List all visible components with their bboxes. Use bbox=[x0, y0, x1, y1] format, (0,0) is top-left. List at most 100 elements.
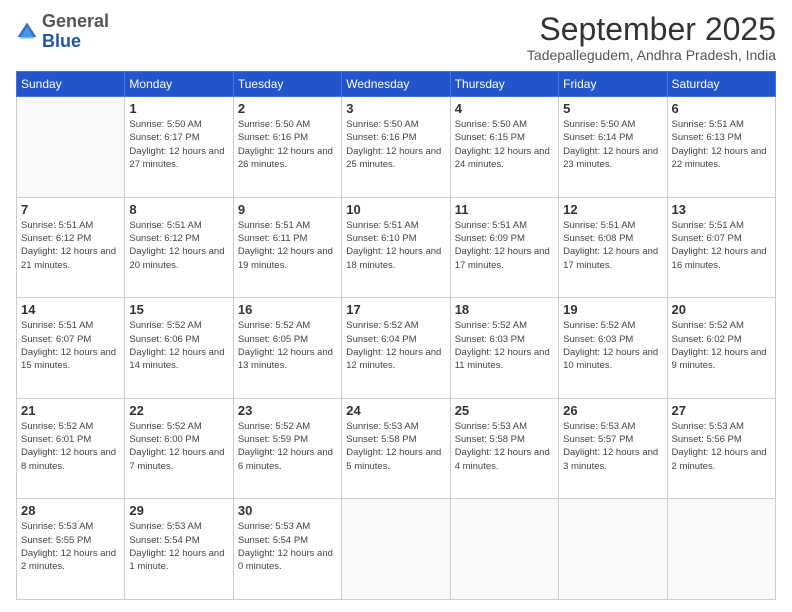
day-info: Sunrise: 5:50 AM Sunset: 6:14 PM Dayligh… bbox=[563, 118, 662, 171]
table-cell: 13 Sunrise: 5:51 AM Sunset: 6:07 PM Dayli… bbox=[667, 197, 775, 298]
day-number: 10 bbox=[346, 202, 445, 217]
table-cell: 10 Sunrise: 5:51 AM Sunset: 6:10 PM Dayli… bbox=[342, 197, 450, 298]
day-number: 15 bbox=[129, 302, 228, 317]
day-number: 13 bbox=[672, 202, 771, 217]
day-info: Sunrise: 5:51 AM Sunset: 6:12 PM Dayligh… bbox=[129, 219, 228, 272]
day-number: 5 bbox=[563, 101, 662, 116]
header-wednesday: Wednesday bbox=[342, 72, 450, 97]
day-info: Sunrise: 5:52 AM Sunset: 6:03 PM Dayligh… bbox=[563, 319, 662, 372]
table-cell: 26 Sunrise: 5:53 AM Sunset: 5:57 PM Dayli… bbox=[559, 398, 667, 499]
day-number: 16 bbox=[238, 302, 337, 317]
day-info: Sunrise: 5:52 AM Sunset: 6:01 PM Dayligh… bbox=[21, 420, 120, 473]
day-info: Sunrise: 5:51 AM Sunset: 6:09 PM Dayligh… bbox=[455, 219, 554, 272]
day-number: 6 bbox=[672, 101, 771, 116]
day-number: 18 bbox=[455, 302, 554, 317]
table-cell: 11 Sunrise: 5:51 AM Sunset: 6:09 PM Dayli… bbox=[450, 197, 558, 298]
day-info: Sunrise: 5:52 AM Sunset: 6:00 PM Dayligh… bbox=[129, 420, 228, 473]
day-number: 11 bbox=[455, 202, 554, 217]
table-cell: 16 Sunrise: 5:52 AM Sunset: 6:05 PM Dayli… bbox=[233, 298, 341, 399]
day-number: 8 bbox=[129, 202, 228, 217]
month-title: September 2025 bbox=[527, 12, 776, 47]
header-tuesday: Tuesday bbox=[233, 72, 341, 97]
day-number: 17 bbox=[346, 302, 445, 317]
table-cell: 25Sunrise: 5:53 AM Sunset: 5:58 PM Dayli… bbox=[450, 398, 558, 499]
table-cell: 7 Sunrise: 5:51 AM Sunset: 6:12 PM Daylig… bbox=[17, 197, 125, 298]
table-cell: 1 Sunrise: 5:50 AM Sunset: 6:17 PM Daylig… bbox=[125, 97, 233, 198]
day-info: Sunrise: 5:50 AM Sunset: 6:15 PM Dayligh… bbox=[455, 118, 554, 171]
header-friday: Friday bbox=[559, 72, 667, 97]
day-info: Sunrise: 5:51 AM Sunset: 6:07 PM Dayligh… bbox=[21, 319, 120, 372]
table-cell: 2Sunrise: 5:50 AM Sunset: 6:16 PM Daylig… bbox=[233, 97, 341, 198]
table-cell bbox=[667, 499, 775, 600]
day-number: 25 bbox=[455, 403, 554, 418]
day-number: 14 bbox=[21, 302, 120, 317]
day-info: Sunrise: 5:53 AM Sunset: 5:54 PM Dayligh… bbox=[238, 520, 337, 573]
table-cell: 9 Sunrise: 5:51 AM Sunset: 6:11 PM Daylig… bbox=[233, 197, 341, 298]
table-cell bbox=[342, 499, 450, 600]
day-number: 19 bbox=[563, 302, 662, 317]
table-cell: 22 Sunrise: 5:52 AM Sunset: 6:00 PM Dayli… bbox=[125, 398, 233, 499]
header: General Blue September 2025 Tadepallegud… bbox=[16, 12, 776, 63]
day-number: 30 bbox=[238, 503, 337, 518]
day-info: Sunrise: 5:51 AM Sunset: 6:10 PM Dayligh… bbox=[346, 219, 445, 272]
day-number: 1 bbox=[129, 101, 228, 116]
week-row-5: 28 Sunrise: 5:53 AM Sunset: 5:55 PM Dayli… bbox=[17, 499, 776, 600]
header-saturday: Saturday bbox=[667, 72, 775, 97]
day-number: 28 bbox=[21, 503, 120, 518]
day-number: 4 bbox=[455, 101, 554, 116]
day-number: 7 bbox=[21, 202, 120, 217]
table-cell: 30 Sunrise: 5:53 AM Sunset: 5:54 PM Dayli… bbox=[233, 499, 341, 600]
day-info: Sunrise: 5:51 AM Sunset: 6:12 PM Dayligh… bbox=[21, 219, 120, 272]
day-info: Sunrise: 5:51 AM Sunset: 6:11 PM Dayligh… bbox=[238, 219, 337, 272]
logo-general-text: General bbox=[42, 11, 109, 31]
logo-blue-text: Blue bbox=[42, 31, 81, 51]
day-number: 22 bbox=[129, 403, 228, 418]
day-number: 3 bbox=[346, 101, 445, 116]
day-info: Sunrise: 5:52 AM Sunset: 6:02 PM Dayligh… bbox=[672, 319, 771, 372]
table-cell bbox=[559, 499, 667, 600]
table-cell: 27 Sunrise: 5:53 AM Sunset: 5:56 PM Dayli… bbox=[667, 398, 775, 499]
week-row-4: 21 Sunrise: 5:52 AM Sunset: 6:01 PM Dayli… bbox=[17, 398, 776, 499]
day-info: Sunrise: 5:53 AM Sunset: 5:55 PM Dayligh… bbox=[21, 520, 120, 573]
day-number: 21 bbox=[21, 403, 120, 418]
table-cell: 24Sunrise: 5:53 AM Sunset: 5:58 PM Dayli… bbox=[342, 398, 450, 499]
table-cell: 29 Sunrise: 5:53 AM Sunset: 5:54 PM Dayli… bbox=[125, 499, 233, 600]
table-cell: 18Sunrise: 5:52 AM Sunset: 6:03 PM Dayli… bbox=[450, 298, 558, 399]
table-cell: 28 Sunrise: 5:53 AM Sunset: 5:55 PM Dayli… bbox=[17, 499, 125, 600]
header-thursday: Thursday bbox=[450, 72, 558, 97]
week-row-1: 1 Sunrise: 5:50 AM Sunset: 6:17 PM Daylig… bbox=[17, 97, 776, 198]
table-cell: 5 Sunrise: 5:50 AM Sunset: 6:14 PM Daylig… bbox=[559, 97, 667, 198]
day-info: Sunrise: 5:51 AM Sunset: 6:13 PM Dayligh… bbox=[672, 118, 771, 171]
table-cell: 20 Sunrise: 5:52 AM Sunset: 6:02 PM Dayli… bbox=[667, 298, 775, 399]
weekday-header-row: Sunday Monday Tuesday Wednesday Thursday… bbox=[17, 72, 776, 97]
day-info: Sunrise: 5:51 AM Sunset: 6:08 PM Dayligh… bbox=[563, 219, 662, 272]
table-cell: 17Sunrise: 5:52 AM Sunset: 6:04 PM Dayli… bbox=[342, 298, 450, 399]
day-info: Sunrise: 5:50 AM Sunset: 6:16 PM Dayligh… bbox=[238, 118, 337, 171]
day-info: Sunrise: 5:51 AM Sunset: 6:07 PM Dayligh… bbox=[672, 219, 771, 272]
day-info: Sunrise: 5:52 AM Sunset: 6:05 PM Dayligh… bbox=[238, 319, 337, 372]
day-number: 26 bbox=[563, 403, 662, 418]
day-number: 12 bbox=[563, 202, 662, 217]
day-number: 29 bbox=[129, 503, 228, 518]
logo-text: General Blue bbox=[42, 12, 109, 52]
day-number: 20 bbox=[672, 302, 771, 317]
day-info: Sunrise: 5:53 AM Sunset: 5:58 PM Dayligh… bbox=[346, 420, 445, 473]
header-monday: Monday bbox=[125, 72, 233, 97]
table-cell: 21 Sunrise: 5:52 AM Sunset: 6:01 PM Dayli… bbox=[17, 398, 125, 499]
day-info: Sunrise: 5:53 AM Sunset: 5:56 PM Dayligh… bbox=[672, 420, 771, 473]
table-cell bbox=[17, 97, 125, 198]
table-cell bbox=[450, 499, 558, 600]
day-info: Sunrise: 5:53 AM Sunset: 5:54 PM Dayligh… bbox=[129, 520, 228, 573]
day-info: Sunrise: 5:53 AM Sunset: 5:57 PM Dayligh… bbox=[563, 420, 662, 473]
calendar-table: Sunday Monday Tuesday Wednesday Thursday… bbox=[16, 71, 776, 600]
day-info: Sunrise: 5:52 AM Sunset: 5:59 PM Dayligh… bbox=[238, 420, 337, 473]
day-number: 9 bbox=[238, 202, 337, 217]
logo-icon bbox=[16, 21, 38, 43]
day-info: Sunrise: 5:50 AM Sunset: 6:17 PM Dayligh… bbox=[129, 118, 228, 171]
logo: General Blue bbox=[16, 12, 109, 52]
table-cell: 3Sunrise: 5:50 AM Sunset: 6:16 PM Daylig… bbox=[342, 97, 450, 198]
location: Tadepallegudem, Andhra Pradesh, India bbox=[527, 47, 776, 63]
page: General Blue September 2025 Tadepallegud… bbox=[0, 0, 792, 612]
day-number: 27 bbox=[672, 403, 771, 418]
week-row-2: 7 Sunrise: 5:51 AM Sunset: 6:12 PM Daylig… bbox=[17, 197, 776, 298]
